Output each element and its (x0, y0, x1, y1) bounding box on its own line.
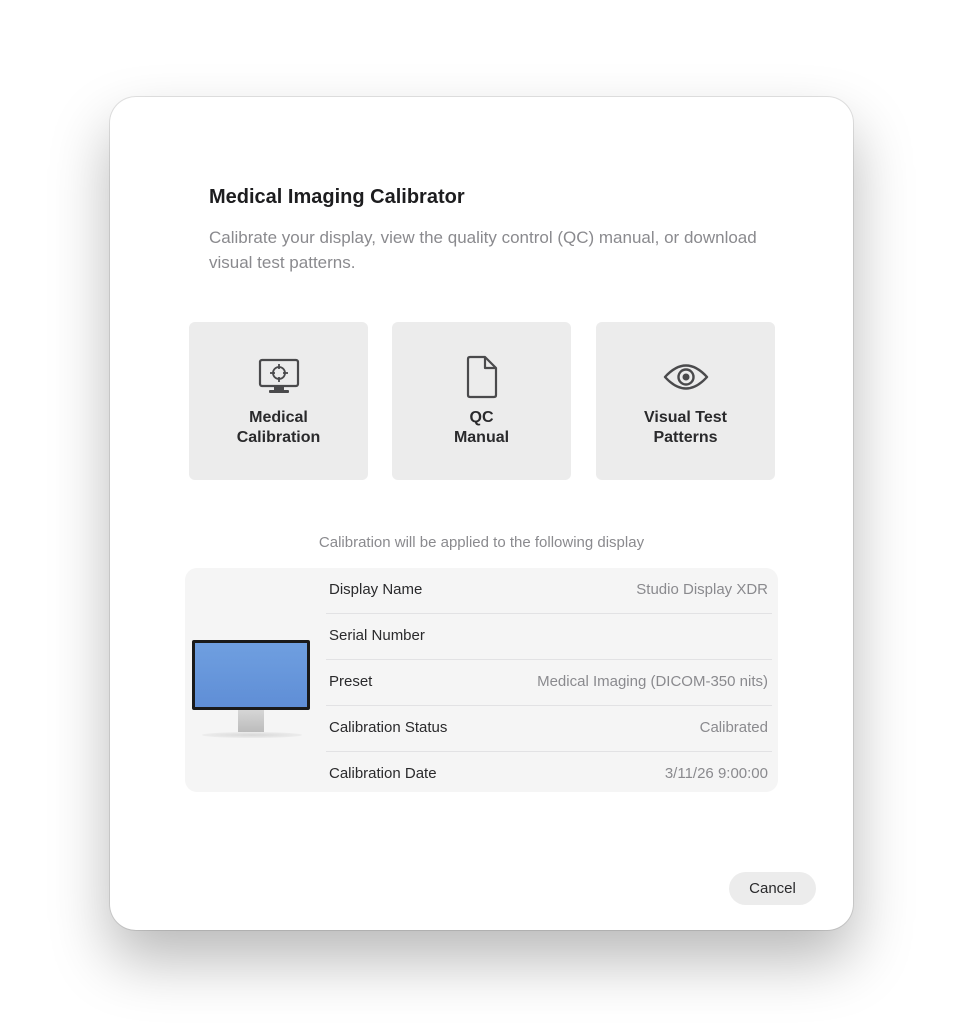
action-tiles: Medical Calibration QC Manual Visual Tes… (189, 322, 775, 480)
visual-test-patterns-button[interactable]: Visual Test Patterns (596, 322, 775, 480)
monitor-screen (192, 640, 310, 710)
display-caption: Calibration will be applied to the follo… (318, 534, 645, 551)
row-label: Display Name (329, 581, 423, 598)
row-value: 3/11/26 9:00:00 (664, 765, 768, 782)
cancel-button[interactable]: Cancel (729, 872, 816, 905)
document-icon (392, 355, 571, 399)
display-info-panel: Display Name Studio Display XDR Serial N… (185, 568, 778, 792)
display-info-rows: Display Name Studio Display XDR Serial N… (326, 568, 772, 797)
row-label: Preset (329, 673, 373, 690)
row-label: Calibration Date (329, 765, 437, 782)
row-value: Studio Display XDR (636, 581, 768, 598)
monitor-stand (238, 710, 264, 732)
row-label: Serial Number (329, 627, 425, 644)
dialog-title: Medical Imaging Calibrator (209, 186, 465, 208)
tile-label-line2: Manual (453, 429, 510, 446)
monitor-shadow (202, 732, 302, 738)
info-row-serial-number: Serial Number (326, 614, 772, 660)
tile-label-line2: Patterns (653, 429, 718, 446)
monitor-crosshair-icon (189, 356, 368, 398)
tile-label-line2: Calibration (236, 429, 321, 446)
monitor-image (192, 640, 312, 740)
row-value: Medical Imaging (DICOM-350 nits) (537, 673, 768, 690)
calibrator-dialog: Medical Imaging Calibrator Calibrate you… (110, 97, 853, 930)
eye-icon (596, 356, 775, 398)
row-value: Calibrated (699, 719, 768, 736)
tile-label-line1: Visual Test (644, 409, 727, 426)
qc-manual-button[interactable]: QC Manual (392, 322, 571, 480)
tile-label-line1: Medical (249, 409, 308, 426)
row-label: Calibration Status (329, 719, 448, 736)
dialog-subtitle: Calibrate your display, view the quality… (209, 228, 757, 272)
info-row-display-name: Display Name Studio Display XDR (326, 568, 772, 614)
info-row-preset: Preset Medical Imaging (DICOM-350 nits) (326, 660, 772, 706)
medical-calibration-button[interactable]: Medical Calibration (189, 322, 368, 480)
tile-label-line1: QC (469, 409, 494, 426)
info-row-calibration-status: Calibration Status Calibrated (326, 706, 772, 752)
info-row-calibration-date: Calibration Date 3/11/26 9:00:00 (326, 752, 772, 797)
